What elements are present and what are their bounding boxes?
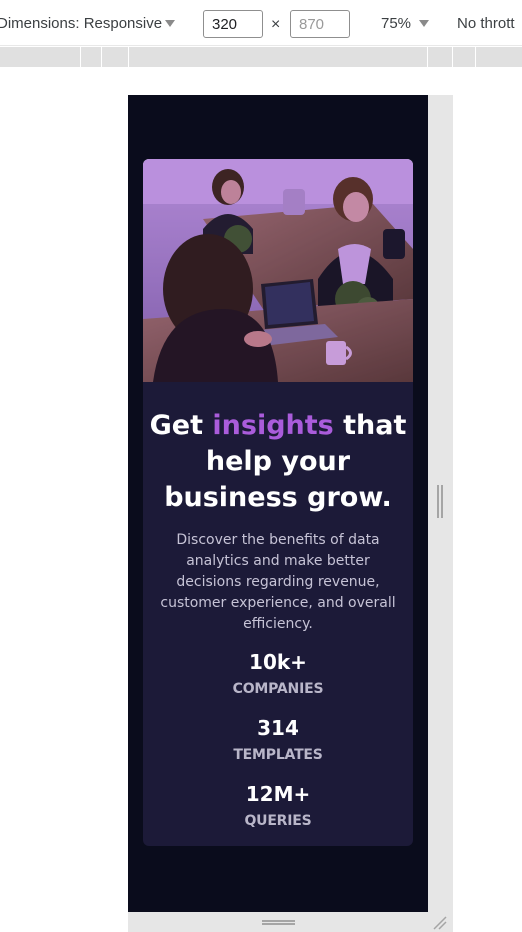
vertical-grip-icon — [437, 485, 443, 518]
stat-value: 314 — [257, 716, 299, 740]
throttling-dropdown-label[interactable]: No thrott — [457, 15, 515, 32]
stat-label: TEMPLATES — [233, 747, 323, 763]
stats-list: 10k+ COMPANIES 314 TEMPLATES 12M+ QUERIE… — [143, 649, 413, 830]
right-resize-handle[interactable] — [428, 95, 453, 912]
bottom-resize-handle[interactable] — [128, 912, 453, 932]
triangle-down-icon[interactable] — [419, 20, 429, 27]
triangle-down-icon[interactable] — [165, 20, 175, 27]
zoom-dropdown-label[interactable]: 75% — [381, 15, 411, 32]
stats-preview-card: Get insights that help your business gro… — [143, 159, 413, 846]
horizontal-grip-icon — [262, 920, 295, 925]
stat-companies: 10k+ COMPANIES — [143, 649, 413, 698]
ruler-tick — [475, 47, 476, 67]
stat-value: 10k+ — [249, 650, 307, 674]
ruler-tick — [427, 47, 428, 67]
stat-templates: 314 TEMPLATES — [143, 715, 413, 764]
ruler-tick — [101, 47, 102, 67]
stat-label: QUERIES — [244, 813, 312, 829]
times-symbol: × — [271, 16, 281, 33]
hero-image — [143, 159, 413, 382]
ruler-tick — [128, 47, 129, 67]
media-query-ruler[interactable] — [0, 47, 522, 67]
title-prefix: Get — [149, 410, 213, 441]
dimensions-dropdown-label[interactable]: Dimensions: Responsive — [0, 15, 162, 32]
stat-value: 12M+ — [245, 782, 311, 806]
ruler-tick — [80, 47, 81, 67]
stat-label: COMPANIES — [232, 681, 324, 697]
height-input[interactable] — [290, 10, 350, 38]
emulated-viewport: Get insights that help your business gro… — [128, 95, 428, 912]
card-description: Discover the benefits of data analytics … — [160, 532, 396, 632]
width-input[interactable] — [203, 10, 263, 38]
card-title: Get insights that help your business gro… — [143, 408, 413, 516]
title-accent-word: insights — [212, 410, 334, 441]
device-toolbar: Dimensions: Responsive × 75% No thrott — [0, 0, 522, 46]
stat-queries: 12M+ QUERIES — [143, 781, 413, 830]
office-photo-illustration — [143, 159, 413, 382]
resize-corner-icon[interactable] — [431, 914, 447, 930]
ruler-tick — [452, 47, 453, 67]
